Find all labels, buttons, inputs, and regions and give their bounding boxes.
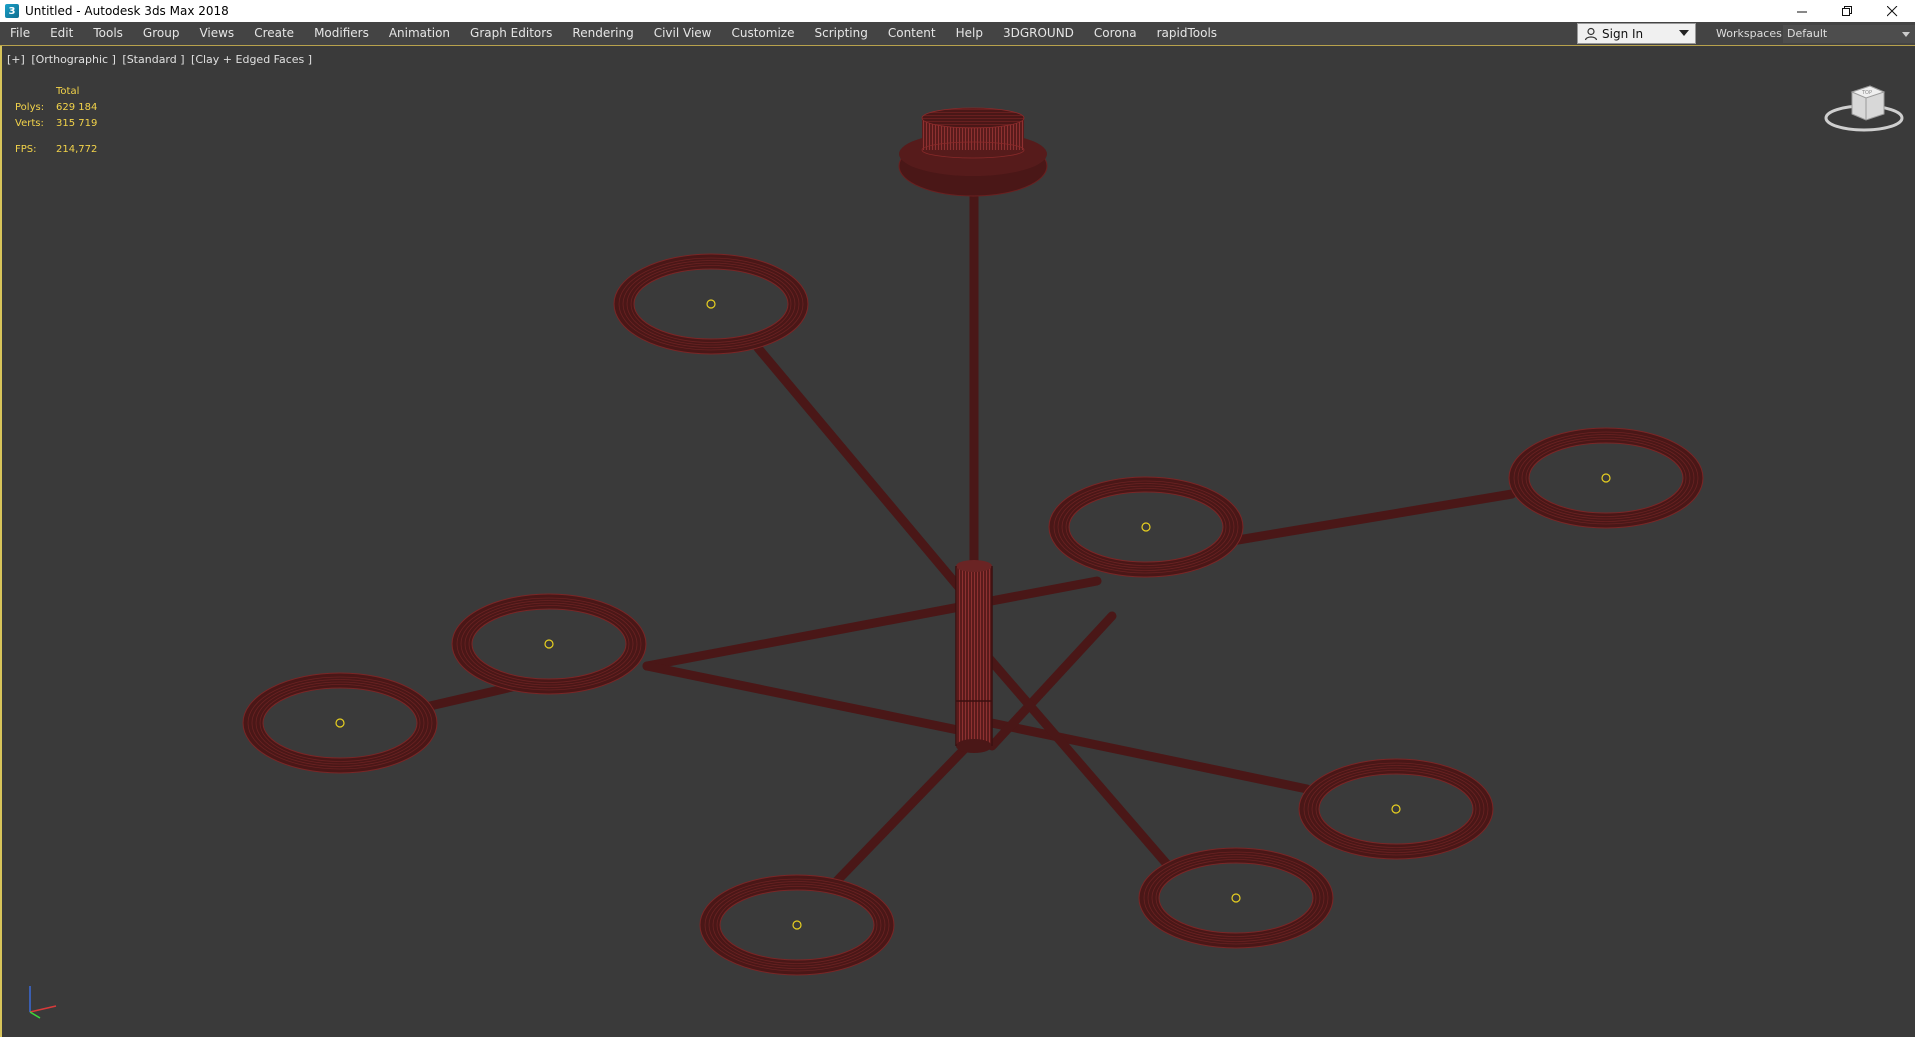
window-controls [1780, 0, 1915, 22]
chevron-down-icon [1679, 30, 1689, 36]
3ds-max-logo-icon: 3 [5, 4, 19, 18]
axis-tripod-icon [29, 986, 57, 1019]
chevron-down-icon [1902, 32, 1910, 37]
workspaces-select[interactable]: Default [1783, 25, 1915, 43]
menu-item-help[interactable]: Help [946, 22, 993, 45]
workspaces-label: Workspaces: [1716, 27, 1786, 40]
ceiling-canopy [898, 107, 1048, 197]
menu-item-modifiers[interactable]: Modifiers [304, 22, 379, 45]
menu-item-graph-editors[interactable]: Graph Editors [460, 22, 562, 45]
restore-icon[interactable] [1825, 0, 1870, 22]
sign-in-dropdown[interactable]: Sign In [1577, 23, 1696, 44]
svg-text:TOP: TOP [1861, 90, 1872, 96]
menu-item-rapidtools[interactable]: rapidTools [1147, 22, 1227, 45]
menu-item-corona[interactable]: Corona [1084, 22, 1147, 45]
menu-item-group[interactable]: Group [133, 22, 190, 45]
sign-in-label: Sign In [1602, 26, 1644, 41]
close-icon[interactable] [1870, 0, 1915, 22]
lamp-ring [1508, 427, 1704, 529]
perspective-viewport[interactable]: [+] [Orthographic ] [Standard ] [Clay + … [0, 46, 1915, 1037]
lamp-ring [451, 593, 647, 695]
menu-item-views[interactable]: Views [189, 22, 244, 45]
lamp-ring [1298, 758, 1494, 860]
menu-item-civil-view[interactable]: Civil View [644, 22, 722, 45]
menu-item-file[interactable]: File [0, 22, 40, 45]
lamp-ring [613, 253, 809, 355]
menu-item-3dground[interactable]: 3DGROUND [993, 22, 1084, 45]
workspace-value: Default [1787, 27, 1828, 40]
chandelier-model [242, 107, 1704, 976]
center-hub [955, 560, 993, 753]
user-icon [1584, 27, 1598, 40]
minimize-icon[interactable] [1780, 0, 1825, 22]
menu-item-content[interactable]: Content [878, 22, 946, 45]
menu-item-edit[interactable]: Edit [40, 22, 83, 45]
menu-item-customize[interactable]: Customize [721, 22, 804, 45]
app-window: 3 Untitled - Autodesk 3ds Max 2018 File E… [0, 0, 1915, 1037]
menu-item-scripting[interactable]: Scripting [804, 22, 877, 45]
lamp-ring [1138, 847, 1334, 949]
menu-item-rendering[interactable]: Rendering [562, 22, 643, 45]
title-bar: 3 Untitled - Autodesk 3ds Max 2018 [0, 0, 1915, 22]
menu-item-create[interactable]: Create [244, 22, 304, 45]
menu-item-animation[interactable]: Animation [379, 22, 460, 45]
window-title: Untitled - Autodesk 3ds Max 2018 [25, 4, 229, 18]
lamp-ring [1048, 476, 1244, 578]
viewcube-icon[interactable]: TOP [1822, 70, 1906, 138]
menu-item-tools[interactable]: Tools [83, 22, 133, 45]
lamp-ring [699, 874, 895, 976]
lamp-ring [242, 672, 438, 774]
